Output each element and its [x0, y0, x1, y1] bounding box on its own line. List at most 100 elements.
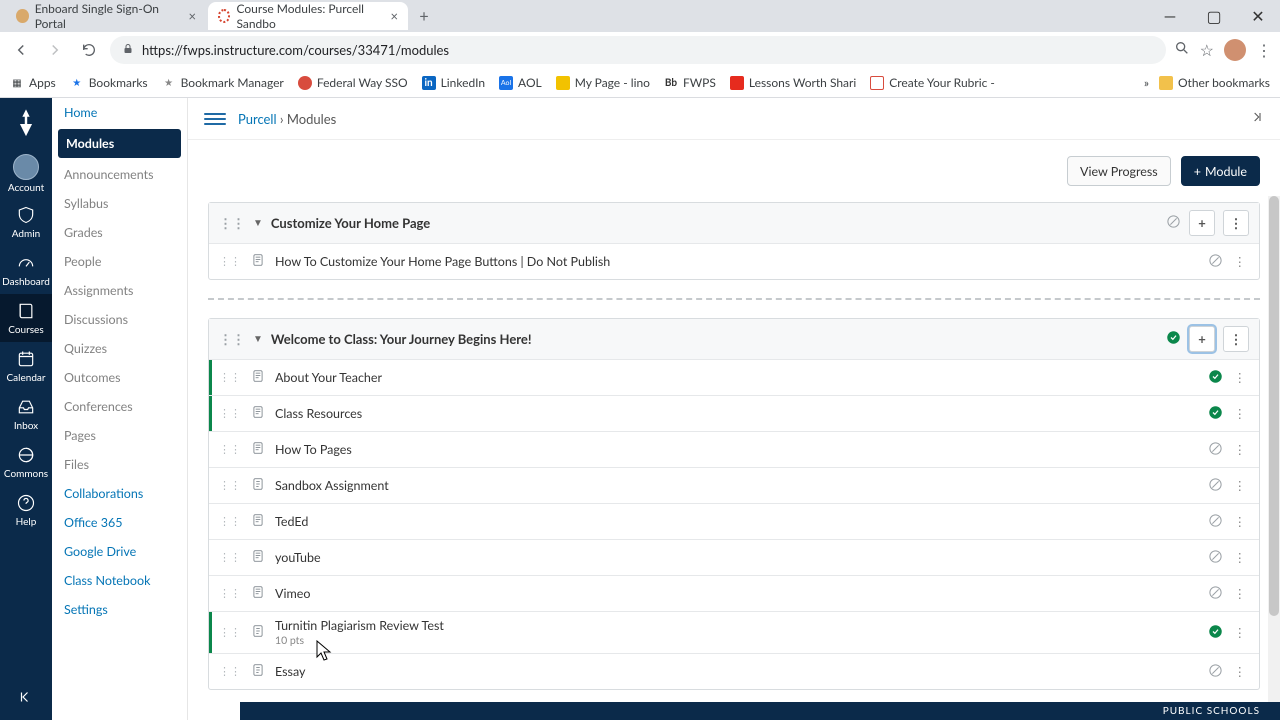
module-item[interactable]: ⋮⋮Class Resources⋮	[209, 395, 1259, 431]
course-nav-modules[interactable]: Modules	[58, 129, 181, 158]
course-nav-home[interactable]: Home	[52, 98, 187, 127]
module-header[interactable]: ⋮⋮▼Welcome to Class: Your Journey Begins…	[209, 319, 1259, 359]
drag-handle-icon[interactable]: ⋮⋮	[219, 626, 241, 639]
other-bookmarks[interactable]: Other bookmarks	[1159, 75, 1270, 90]
bookmark-star-icon[interactable]: ☆	[1200, 41, 1214, 60]
add-module-button[interactable]: +Module	[1181, 156, 1260, 186]
minimize-button[interactable]: —	[1148, 2, 1192, 30]
course-nav-grades[interactable]: Grades	[52, 218, 187, 247]
nav-help[interactable]: Help	[0, 486, 52, 534]
course-nav-conferences[interactable]: Conferences	[52, 392, 187, 421]
close-button[interactable]: ✕	[1236, 2, 1280, 30]
bookmark-item[interactable]: BbFWPS	[664, 75, 716, 90]
maximize-button[interactable]: ▢	[1192, 2, 1236, 30]
chrome-menu-icon[interactable]: ⋮	[1256, 41, 1272, 60]
bookmark-item[interactable]: inLinkedIn	[422, 75, 485, 90]
course-nav-class-notebook[interactable]: Class Notebook	[52, 566, 187, 595]
published-icon[interactable]	[1166, 330, 1181, 348]
drag-handle-icon[interactable]: ⋮⋮	[219, 255, 241, 268]
module-item[interactable]: ⋮⋮Turnitin Plagiarism Review Test10 pts⋮	[209, 611, 1259, 653]
drag-handle-icon[interactable]: ⋮⋮	[219, 479, 241, 492]
bookmark-item[interactable]: ★Bookmarks	[70, 75, 148, 90]
course-nav-office-365[interactable]: Office 365	[52, 508, 187, 537]
module-header[interactable]: ⋮⋮▼Customize Your Home Page+⋮	[209, 203, 1259, 243]
tab-active[interactable]: Course Modules: Purcell Sandbo ×	[208, 2, 408, 30]
module-item[interactable]: ⋮⋮youTube⋮	[209, 539, 1259, 575]
drag-handle-icon[interactable]: ⋮⋮	[219, 665, 241, 678]
breadcrumb-course[interactable]: Purcell	[238, 111, 277, 127]
drag-handle-icon[interactable]: ⋮⋮	[219, 515, 241, 528]
bookmark-item[interactable]: My Page - lino	[556, 75, 650, 90]
close-icon[interactable]: ×	[390, 8, 398, 24]
published-icon[interactable]	[1208, 369, 1223, 387]
bookmark-overflow-icon[interactable]: »	[1144, 75, 1149, 90]
unpublished-icon[interactable]	[1208, 441, 1223, 459]
scrollbar-thumb[interactable]	[1269, 196, 1279, 616]
course-nav-announcements[interactable]: Announcements	[52, 160, 187, 189]
bookmark-item[interactable]: Create Your Rubric -	[870, 75, 995, 90]
module-item-menu[interactable]: ⋮	[1231, 625, 1250, 640]
course-nav-quizzes[interactable]: Quizzes	[52, 334, 187, 363]
drag-handle-icon[interactable]: ⋮⋮	[219, 551, 241, 564]
course-nav-settings[interactable]: Settings	[52, 595, 187, 624]
search-icon[interactable]	[1174, 40, 1190, 60]
nav-account[interactable]: Account	[0, 150, 52, 198]
bookmark-item[interactable]: AolAOL	[499, 75, 542, 90]
course-nav-collaborations[interactable]: Collaborations	[52, 479, 187, 508]
bookmark-apps[interactable]: ▦Apps	[10, 75, 56, 90]
nav-commons[interactable]: Commons	[0, 438, 52, 486]
module-drop-zone[interactable]	[208, 298, 1260, 300]
module-item-menu[interactable]: ⋮	[1231, 550, 1250, 565]
tab-inactive[interactable]: Enboard Single Sign-On Portal ×	[6, 2, 206, 30]
module-item[interactable]: ⋮⋮How To Pages⋮	[209, 431, 1259, 467]
module-item-menu[interactable]: ⋮	[1231, 442, 1250, 457]
view-progress-button[interactable]: View Progress	[1067, 156, 1171, 186]
module-item-menu[interactable]: ⋮	[1231, 370, 1250, 385]
drag-handle-icon[interactable]: ⋮⋮	[219, 587, 241, 600]
nav-courses[interactable]: Courses	[0, 294, 52, 342]
module-item[interactable]: ⋮⋮How To Customize Your Home Page Button…	[209, 243, 1259, 279]
unpublished-icon[interactable]	[1208, 663, 1223, 681]
back-button[interactable]	[8, 37, 34, 63]
module-menu-button[interactable]: ⋮	[1223, 326, 1249, 352]
module-menu-button[interactable]: ⋮	[1223, 210, 1249, 236]
course-nav-outcomes[interactable]: Outcomes	[52, 363, 187, 392]
drag-handle-icon[interactable]: ⋮⋮	[219, 407, 241, 420]
unpublished-icon[interactable]	[1208, 585, 1223, 603]
course-nav-syllabus[interactable]: Syllabus	[52, 189, 187, 218]
module-item[interactable]: ⋮⋮Essay⋮	[209, 653, 1259, 689]
scrollbar-track[interactable]	[1268, 196, 1280, 702]
module-item[interactable]: ⋮⋮Vimeo⋮	[209, 575, 1259, 611]
unpublished-icon[interactable]	[1208, 477, 1223, 495]
drag-handle-icon[interactable]: ⋮⋮	[219, 331, 245, 348]
module-item[interactable]: ⋮⋮TedEd⋮	[209, 503, 1259, 539]
module-item-menu[interactable]: ⋮	[1231, 514, 1250, 529]
module-item[interactable]: ⋮⋮About Your Teacher⋮	[209, 359, 1259, 395]
chevron-down-icon[interactable]: ▼	[253, 217, 263, 229]
module-item-menu[interactable]: ⋮	[1231, 254, 1250, 269]
course-nav-pages[interactable]: Pages	[52, 421, 187, 450]
unpublished-icon[interactable]	[1208, 513, 1223, 531]
bookmark-item[interactable]: Lessons Worth Shari	[730, 75, 856, 90]
bookmark-item[interactable]: Federal Way SSO	[298, 75, 408, 90]
course-nav-discussions[interactable]: Discussions	[52, 305, 187, 334]
nav-calendar[interactable]: Calendar	[0, 342, 52, 390]
module-item[interactable]: ⋮⋮Sandbox Assignment⋮	[209, 467, 1259, 503]
nav-dashboard[interactable]: Dashboard	[0, 246, 52, 294]
chevron-down-icon[interactable]: ▼	[253, 333, 263, 345]
close-icon[interactable]: ×	[188, 8, 196, 24]
module-item-menu[interactable]: ⋮	[1231, 406, 1250, 421]
course-nav-google-drive[interactable]: Google Drive	[52, 537, 187, 566]
forward-button[interactable]	[42, 37, 68, 63]
course-nav-assignments[interactable]: Assignments	[52, 276, 187, 305]
reload-button[interactable]	[76, 37, 102, 63]
published-icon[interactable]	[1208, 405, 1223, 423]
course-nav-people[interactable]: People	[52, 247, 187, 276]
course-nav-toggle[interactable]	[204, 108, 226, 130]
drag-handle-icon[interactable]: ⋮⋮	[219, 371, 241, 384]
bookmark-item[interactable]: ★Bookmark Manager	[162, 75, 284, 90]
collapse-global-nav-icon[interactable]	[17, 688, 35, 710]
add-module-item-button[interactable]: +	[1189, 326, 1215, 352]
unpublished-icon[interactable]	[1208, 549, 1223, 567]
course-nav-files[interactable]: Files	[52, 450, 187, 479]
